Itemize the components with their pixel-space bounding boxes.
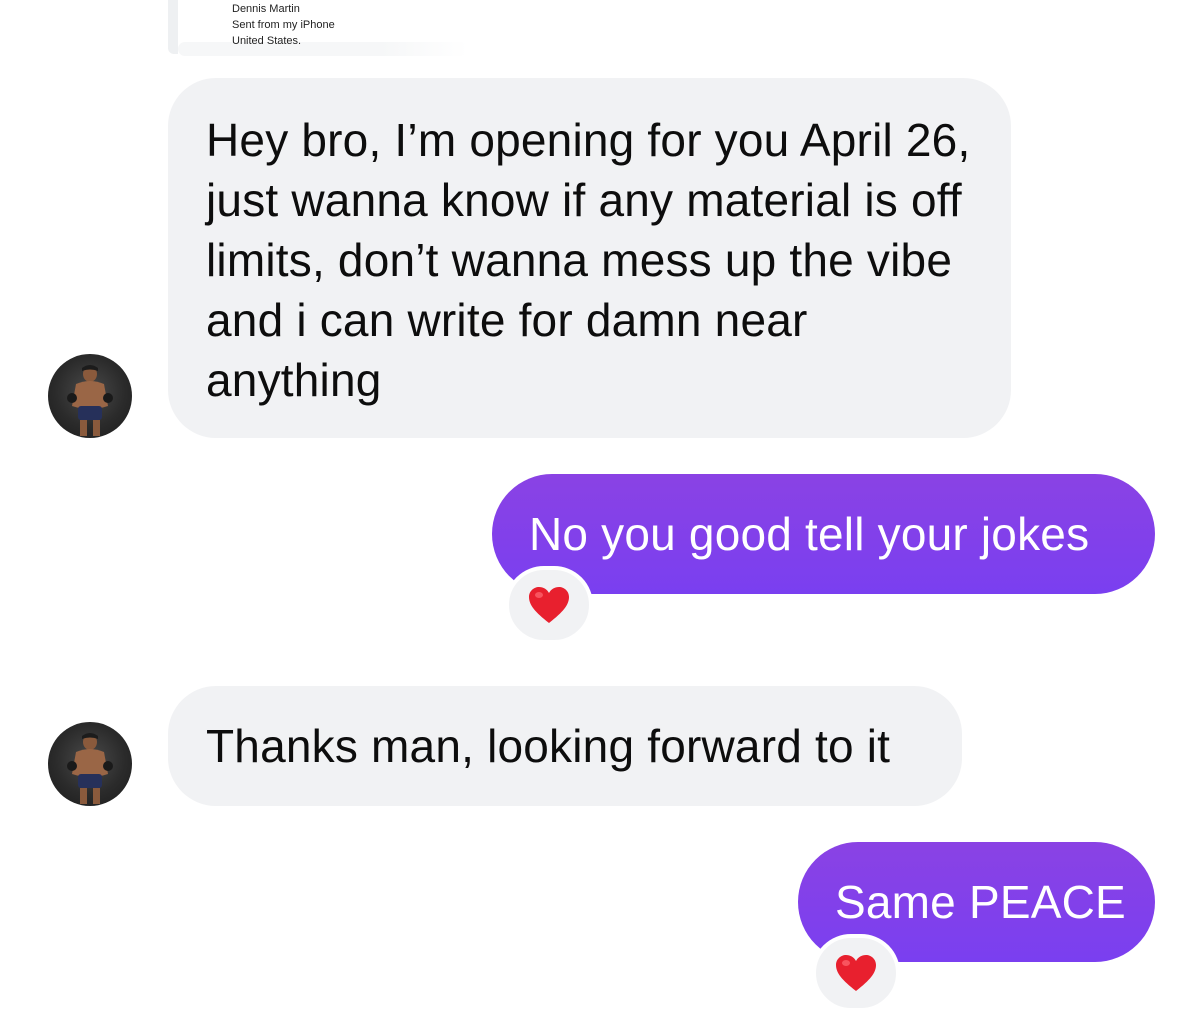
sender-avatar[interactable] <box>48 722 132 806</box>
quoted-signature-name: Dennis Martin <box>232 3 300 15</box>
message-bubble-incoming[interactable]: Hey bro, I’m opening for you April 26, j… <box>168 78 1011 438</box>
avatar-photo-icon <box>67 733 113 804</box>
reaction-badge[interactable] <box>812 934 900 1012</box>
message-text: Same PEACE <box>835 876 1126 928</box>
message-text: Thanks man, looking forward to it <box>206 720 891 772</box>
message-text: Hey bro, I’m opening for you April 26, j… <box>206 114 971 406</box>
avatar-photo-icon <box>67 365 113 436</box>
message-bubble-incoming[interactable]: Thanks man, looking forward to it <box>168 686 962 806</box>
quoted-signature-device: Sent from my iPhone <box>232 19 335 31</box>
message-bubble-outgoing[interactable]: No you good tell your jokes <box>492 474 1155 594</box>
heart-icon <box>836 955 876 991</box>
heart-icon <box>529 587 569 623</box>
message-text: No you good tell your jokes <box>529 508 1090 560</box>
quoted-signature-location: United States. <box>232 35 302 47</box>
sender-avatar[interactable] <box>48 354 132 438</box>
quoted-message-fade <box>178 42 468 56</box>
reaction-badge[interactable] <box>505 566 593 644</box>
